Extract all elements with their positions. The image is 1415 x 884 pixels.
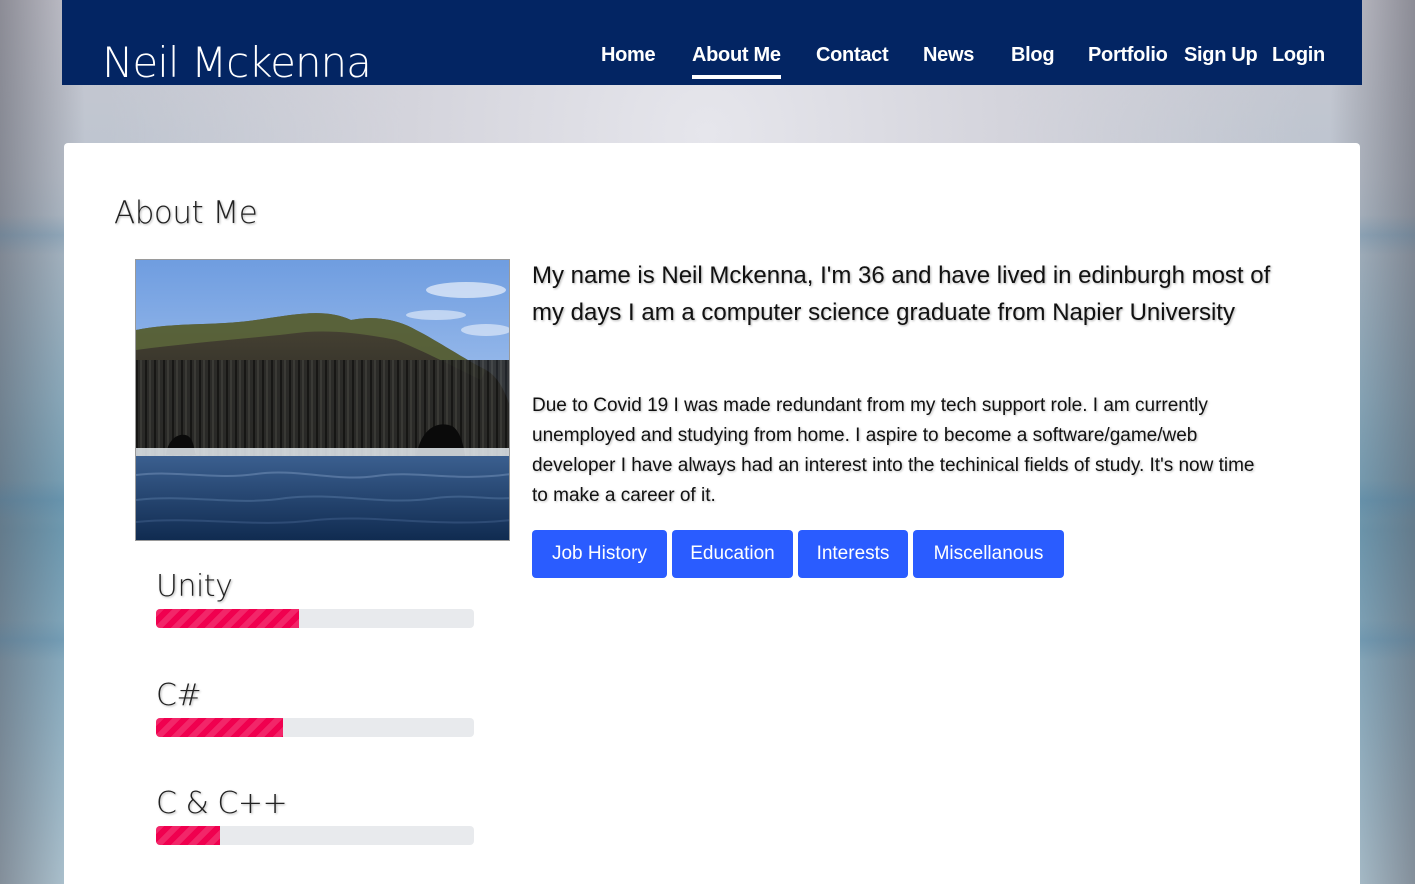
miscellanous-button[interactable]: Miscellanous: [913, 530, 1064, 578]
nav-blog[interactable]: Blog: [1011, 44, 1055, 67]
navbar: Neil Mckenna Home About Me Contact News …: [62, 0, 1362, 86]
skill-progress-bar: [156, 718, 284, 737]
interests-button[interactable]: Interests: [798, 530, 908, 578]
skill-csharp: C#: [156, 678, 476, 737]
skill-name: C & C++: [156, 786, 288, 821]
nav-sign-up[interactable]: Sign Up: [1184, 44, 1258, 67]
page-title: About Me: [114, 195, 258, 231]
about-card: About Me Unity C# C & C++ My name is Nei…: [64, 143, 1360, 884]
skill-progress-bar: [156, 609, 300, 628]
intro-text: My name is Neil Mckenna, I'm 36 and have…: [532, 262, 1271, 326]
skill-unity: Unity: [156, 569, 476, 628]
nav-about-me[interactable]: About Me: [692, 44, 781, 79]
site-brand[interactable]: Neil Mckenna: [102, 40, 372, 86]
nav-portfolio[interactable]: Portfolio: [1088, 44, 1168, 67]
skill-progress-track: [156, 826, 474, 845]
skill-progress-track: [156, 609, 474, 628]
profile-photo: [135, 259, 510, 541]
nav-contact[interactable]: Contact: [816, 44, 889, 67]
skill-name: C#: [156, 678, 202, 713]
description-text: Due to Covid 19 I was made redundant fro…: [532, 395, 1255, 506]
sea-cave-cliff-photo: [136, 260, 509, 540]
nav-news[interactable]: News: [923, 44, 974, 67]
nav-login[interactable]: Login: [1272, 44, 1325, 67]
skill-progress-bar: [156, 826, 220, 845]
skill-c-cpp: C & C++: [156, 786, 476, 845]
skill-progress-track: [156, 718, 474, 737]
job-history-button[interactable]: Job History: [532, 530, 667, 578]
nav-home[interactable]: Home: [601, 44, 656, 67]
skill-name: Unity: [156, 569, 233, 604]
education-button[interactable]: Education: [672, 530, 793, 578]
